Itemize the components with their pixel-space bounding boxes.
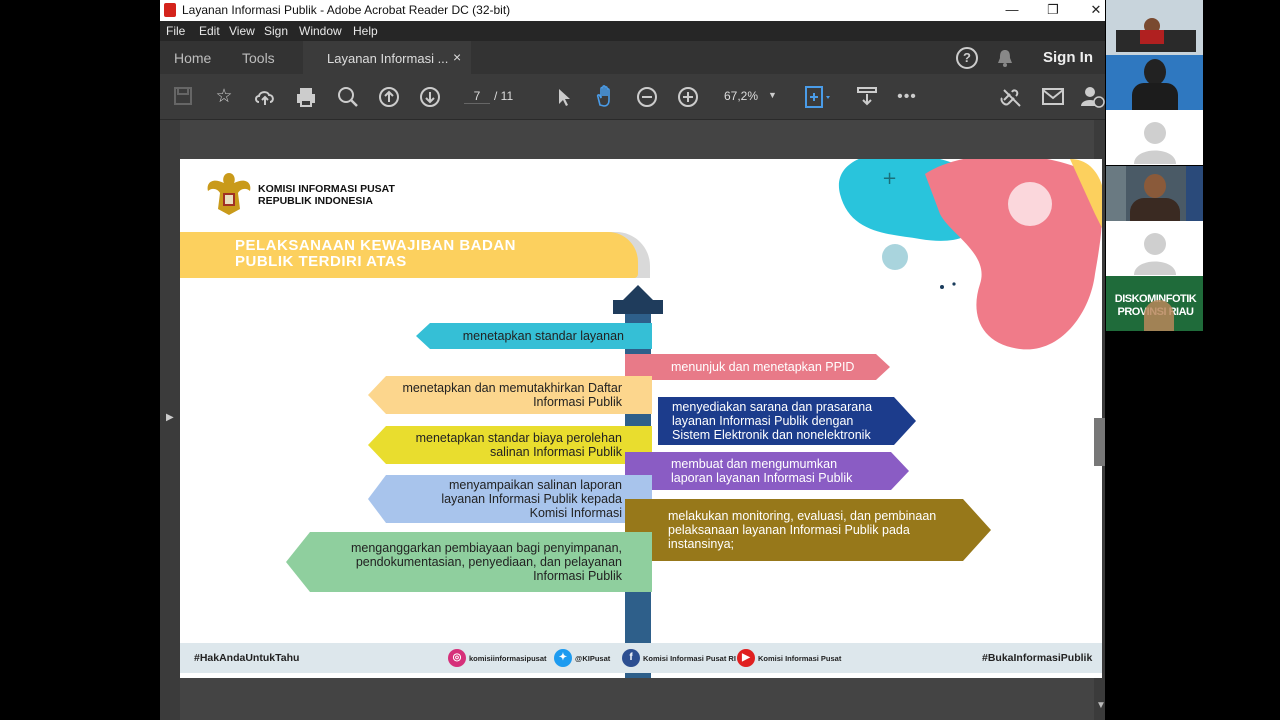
instagram-handle: ◎ komisiinformasipusat bbox=[448, 649, 547, 667]
video-tile-6[interactable]: DISKOMINFOTIK PROVINSI RIAU bbox=[1106, 276, 1203, 331]
youtube-icon: ▶ bbox=[737, 649, 755, 667]
fit-page-icon[interactable] bbox=[804, 85, 834, 109]
slide-footer: #HakAndaUntukTahu ◎ komisiinformasipusat … bbox=[180, 643, 1102, 673]
sign-2: menunjuk dan menetapkan PPID bbox=[625, 354, 890, 380]
scrollbar-thumb[interactable] bbox=[1094, 418, 1105, 466]
video-tile-1[interactable] bbox=[1106, 0, 1203, 55]
hashtag-right: #BukaInformasiPublik bbox=[982, 652, 1093, 664]
bookmark-star-icon[interactable]: ☆ bbox=[213, 86, 235, 108]
sign-4: menyediakan sarana dan prasarana layanan… bbox=[658, 397, 916, 445]
sign-7: menyampaikan salinan laporan layanan Inf… bbox=[368, 475, 652, 523]
menu-sign[interactable]: Sign bbox=[264, 24, 288, 38]
menu-bar: File Edit View Sign Window Help bbox=[160, 21, 1105, 41]
page-total: / 11 bbox=[494, 89, 514, 103]
twitter-icon: ✦ bbox=[554, 649, 572, 667]
avatar-placeholder-icon bbox=[1134, 233, 1176, 275]
sign-in-button[interactable]: Sign In bbox=[1043, 49, 1093, 66]
print-icon[interactable] bbox=[295, 86, 317, 108]
acrobat-window: Layanan Informasi Publik - Adobe Acrobat… bbox=[160, 0, 1105, 720]
video-tile-2[interactable] bbox=[1106, 55, 1203, 110]
menu-window[interactable]: Window bbox=[299, 24, 342, 38]
close-window-button[interactable]: ✕ bbox=[1081, 2, 1105, 18]
title-bar: Layanan Informasi Publik - Adobe Acrobat… bbox=[160, 0, 1105, 21]
zoom-level-select[interactable]: 67,2% bbox=[724, 89, 758, 103]
tab-bar: Home Tools ? Sign In bbox=[160, 41, 1105, 74]
hand-tool-icon[interactable] bbox=[594, 85, 616, 109]
menu-help[interactable]: Help bbox=[353, 24, 378, 38]
org-name: KOMISI INFORMASI PUSAT REPUBLIK INDONESI… bbox=[258, 183, 395, 207]
scroll-mode-icon[interactable] bbox=[856, 86, 878, 108]
youtube-handle: ▶ Komisi Informasi Pusat bbox=[737, 649, 841, 667]
previous-page-icon[interactable] bbox=[378, 86, 400, 108]
acrobat-app-icon bbox=[164, 3, 176, 17]
help-icon[interactable]: ? bbox=[956, 47, 978, 69]
menu-file[interactable]: File bbox=[166, 24, 185, 38]
twitter-handle: ✦ @KIPusat bbox=[554, 649, 610, 667]
sign-8: melakukan monitoring, evaluasi, dan pemb… bbox=[625, 499, 991, 561]
slide-page: + KOMISI INFORMASI PUSAT REPUBLIK INDONE… bbox=[180, 159, 1102, 678]
tab-home[interactable]: Home bbox=[174, 50, 211, 66]
video-tile-3[interactable] bbox=[1106, 110, 1203, 165]
left-panel-strip: ▶ bbox=[160, 120, 180, 720]
signpost-top-arrow bbox=[622, 285, 654, 301]
sign-5: menetapkan standar biaya perolehan salin… bbox=[368, 426, 652, 464]
decorative-blobs: + bbox=[838, 159, 1102, 350]
tab-document[interactable]: Layanan Informasi ... × bbox=[303, 41, 471, 74]
page-number-input[interactable]: 7 bbox=[464, 89, 490, 104]
sign-1: menetapkan standar layanan bbox=[416, 323, 652, 349]
add-user-icon[interactable] bbox=[1081, 85, 1105, 109]
hashtag-left: #HakAndaUntukTahu bbox=[194, 652, 300, 664]
minimize-button[interactable]: — bbox=[997, 2, 1027, 17]
sign-9: menganggarkan pembiayaan bagi penyimpana… bbox=[286, 532, 652, 592]
restore-button[interactable]: ❐ bbox=[1038, 2, 1068, 18]
share-link-icon[interactable] bbox=[1000, 86, 1024, 108]
sign-6: membuat dan mengumumkan laporan layanan … bbox=[625, 452, 909, 490]
save-icon[interactable] bbox=[173, 86, 193, 106]
more-tools-icon[interactable]: ••• bbox=[896, 86, 918, 108]
facebook-handle: f Komisi Informasi Pusat RI bbox=[622, 649, 736, 667]
menu-view[interactable]: View bbox=[229, 24, 255, 38]
next-page-icon[interactable] bbox=[419, 86, 441, 108]
expand-panel-arrow-icon[interactable]: ▶ bbox=[166, 412, 174, 423]
email-icon[interactable] bbox=[1041, 87, 1065, 107]
zoom-out-icon[interactable] bbox=[636, 86, 658, 108]
tab-document-label: Layanan Informasi ... bbox=[327, 51, 449, 66]
avatar-placeholder-icon bbox=[1134, 122, 1176, 164]
menu-edit[interactable]: Edit bbox=[199, 24, 220, 38]
window-title: Layanan Informasi Publik - Adobe Acrobat… bbox=[182, 3, 511, 17]
garuda-emblem-icon bbox=[207, 173, 251, 215]
search-zoom-icon[interactable] bbox=[337, 86, 359, 108]
select-cursor-icon[interactable] bbox=[556, 87, 572, 107]
scroll-down-arrow-icon[interactable]: ▼ bbox=[1096, 700, 1105, 711]
svg-text:+: + bbox=[882, 168, 897, 189]
upload-cloud-icon[interactable] bbox=[254, 86, 276, 108]
instagram-icon: ◎ bbox=[448, 649, 466, 667]
slide-title: PELAKSANAAN KEWAJIBAN BADAN PUBLIK TERDI… bbox=[235, 237, 517, 270]
zoom-in-icon[interactable] bbox=[677, 86, 699, 108]
sign-3: menetapkan dan memutakhirkan Daftar Info… bbox=[368, 376, 652, 414]
toolbar: ☆ 7 / 11 67,2% ▼ ••• bbox=[160, 74, 1105, 120]
tab-tools[interactable]: Tools bbox=[242, 50, 275, 66]
bell-icon[interactable] bbox=[996, 48, 1014, 68]
video-tile-5[interactable] bbox=[1106, 221, 1203, 276]
video-tile-4[interactable] bbox=[1106, 166, 1203, 221]
tab-close-icon[interactable]: × bbox=[453, 49, 461, 65]
facebook-icon: f bbox=[622, 649, 640, 667]
zoom-dropdown-chevron-icon[interactable]: ▼ bbox=[768, 90, 777, 100]
